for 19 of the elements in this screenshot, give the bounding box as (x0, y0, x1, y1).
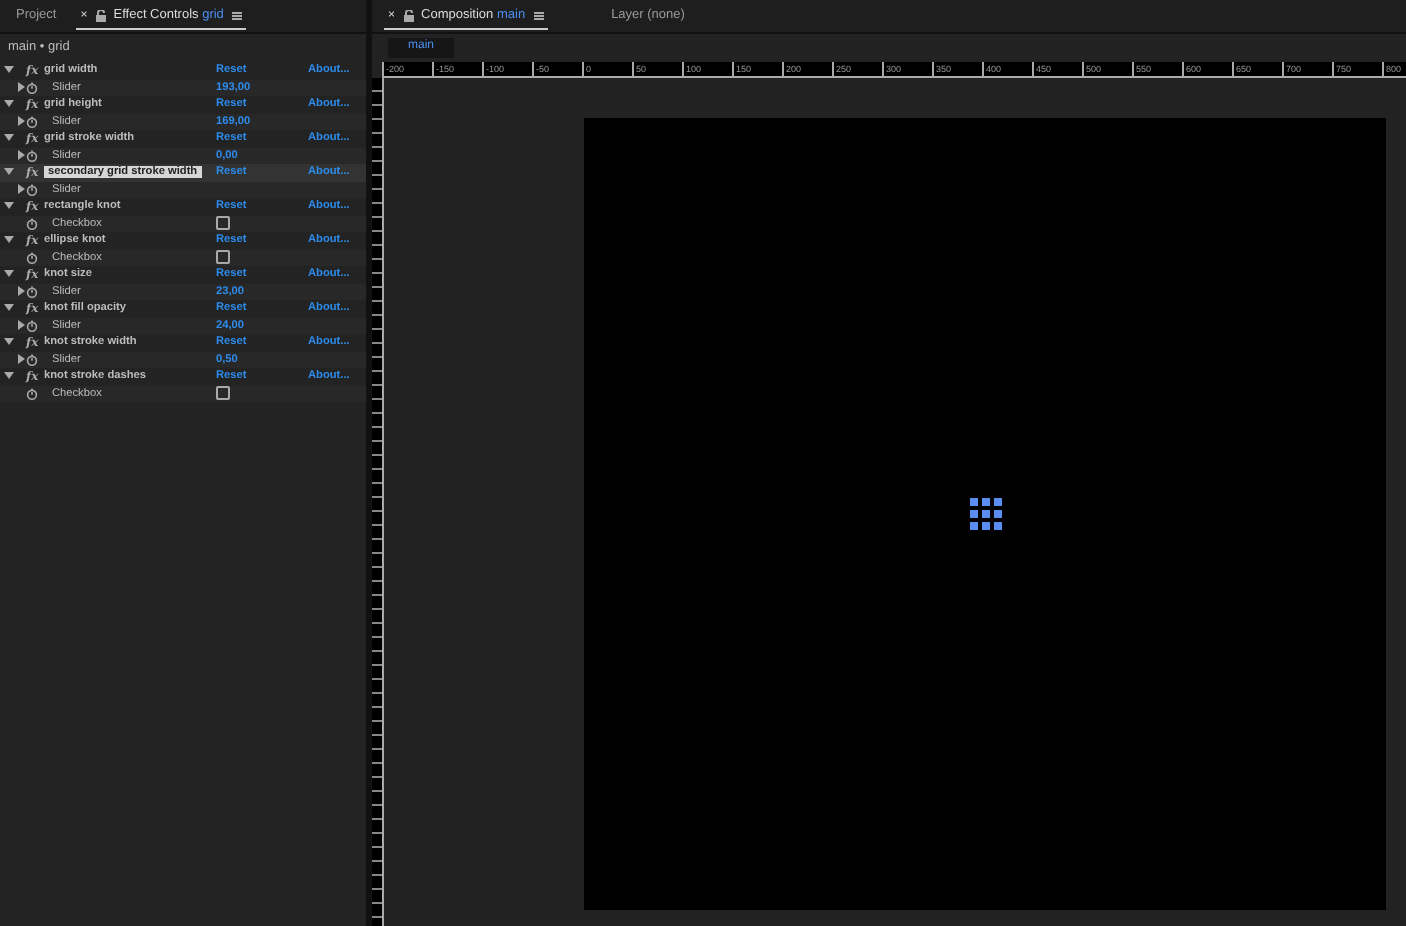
checkbox[interactable] (216, 250, 230, 265)
lock-icon[interactable] (95, 9, 106, 21)
twirl-icon[interactable] (4, 233, 14, 244)
stopwatch-icon[interactable] (26, 81, 38, 94)
stopwatch-icon[interactable] (26, 353, 38, 366)
stopwatch-icon[interactable] (26, 115, 38, 128)
stopwatch-icon[interactable] (26, 217, 38, 230)
stopwatch-icon[interactable] (26, 183, 38, 196)
stopwatch-icon[interactable] (26, 251, 38, 264)
lock-icon[interactable] (403, 9, 414, 21)
stopwatch-icon[interactable] (26, 285, 38, 298)
checkbox[interactable] (216, 216, 230, 231)
menu-icon[interactable] (231, 11, 242, 19)
stopwatch-icon[interactable] (26, 149, 38, 162)
grid-knots-icon (969, 498, 1001, 530)
checkbox[interactable] (216, 386, 230, 401)
stopwatch-icon[interactable] (26, 319, 38, 332)
menu-icon[interactable] (533, 11, 544, 19)
stopwatch-icon[interactable] (26, 387, 38, 400)
